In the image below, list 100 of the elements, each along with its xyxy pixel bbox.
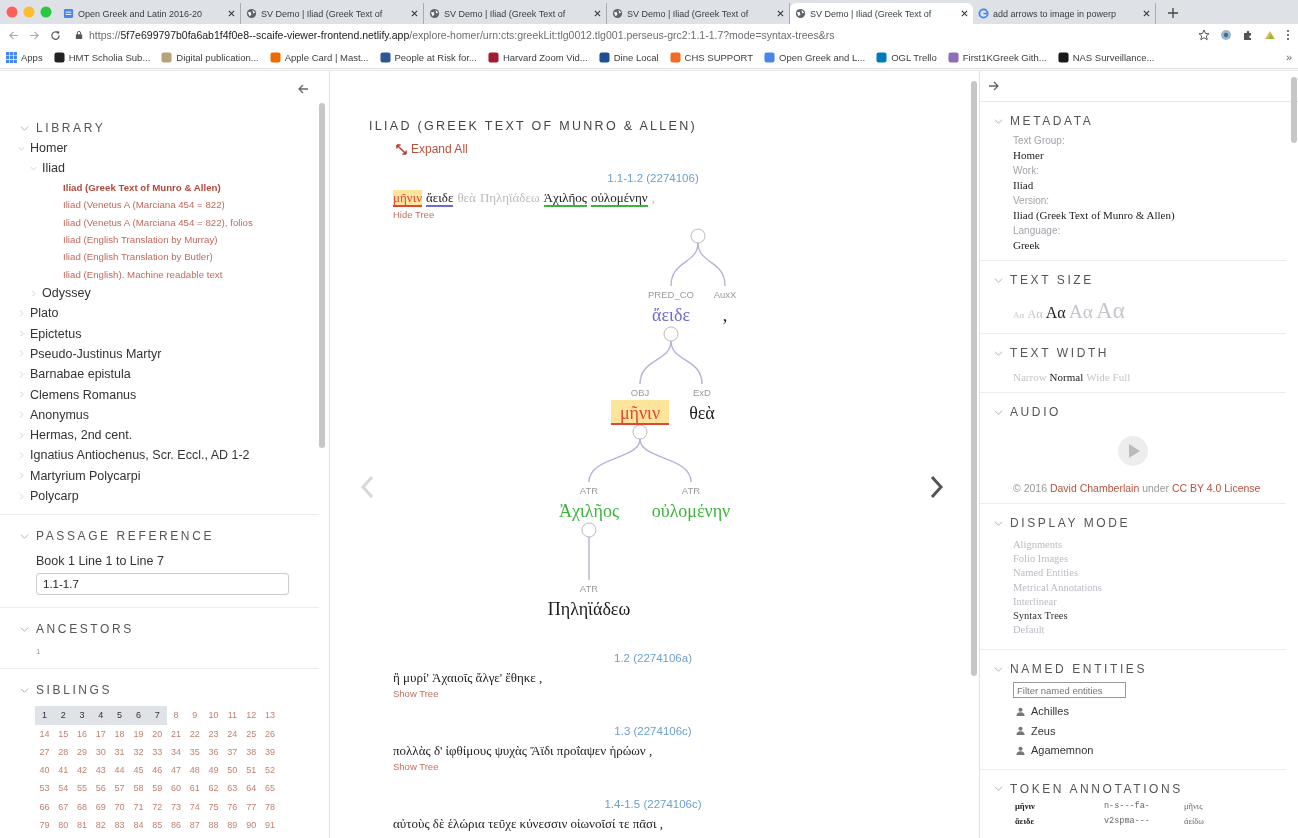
tree-toggle-link[interactable]: Hide Tree xyxy=(393,209,435,220)
sibling-link[interactable]: 29 xyxy=(72,742,92,762)
tree-word[interactable]: μῆνιν xyxy=(619,403,661,423)
tree-word[interactable]: ἄειδε xyxy=(652,305,690,325)
scrollbar-thumb[interactable] xyxy=(971,81,977,676)
greek-word[interactable]: Πηληϊάδεω xyxy=(479,190,540,207)
sibling-link[interactable]: 28 xyxy=(53,742,73,762)
sibling-link[interactable]: 43 xyxy=(91,761,111,780)
sibling-link[interactable]: 66 xyxy=(35,797,54,816)
sibling-link[interactable]: 62 xyxy=(204,779,223,798)
sibling-link[interactable]: 15 xyxy=(53,724,73,743)
sibling-link[interactable]: 69 xyxy=(91,797,111,816)
tree-toggle-link[interactable]: Show Tree xyxy=(393,761,439,772)
sibling-link[interactable]: 60 xyxy=(166,779,186,798)
sibling-link[interactable]: 75 xyxy=(204,797,223,816)
sibling-link[interactable]: 11 xyxy=(222,706,242,725)
greek-word[interactable]: μῆνιν xyxy=(393,190,423,207)
section-title[interactable]: DISPLAY MODE xyxy=(1010,516,1131,530)
display-mode-option[interactable]: Alignments xyxy=(1013,539,1062,550)
sibling-link[interactable]: 59 xyxy=(147,779,167,798)
entity-link[interactable]: Achilles xyxy=(1031,705,1069,718)
close-icon[interactable] xyxy=(594,10,601,17)
text-width-option[interactable]: Normal xyxy=(1049,371,1084,383)
bookmark[interactable]: Apple Card | Mast... xyxy=(269,51,369,63)
credit-link[interactable]: David Chamberlain xyxy=(1049,482,1140,494)
chevron-icon[interactable] xyxy=(994,407,1003,417)
sibling-link[interactable]: 86 xyxy=(166,816,186,835)
bookmark[interactable]: People at Risk for... xyxy=(379,51,477,63)
chevron-icon[interactable] xyxy=(18,309,25,317)
sibling-link[interactable]: 49 xyxy=(204,761,223,780)
sibling-link[interactable]: 6 xyxy=(129,706,148,725)
chevron-icon[interactable] xyxy=(20,624,29,634)
sibling-link[interactable]: 26 xyxy=(260,724,280,743)
entity-link[interactable]: Agamemnon xyxy=(1031,744,1094,757)
browser-tab[interactable]: Open Greek and Latin 2016-20 xyxy=(58,3,241,24)
sibling-link[interactable]: 47 xyxy=(166,761,186,780)
sibling-link[interactable]: 22 xyxy=(185,724,205,743)
sibling-link[interactable]: 27 xyxy=(35,742,54,762)
sibling-link[interactable]: 80 xyxy=(53,816,73,835)
new-tab-icon[interactable] xyxy=(1168,8,1178,18)
sibling-link[interactable]: 53 xyxy=(35,779,54,798)
sibling-link[interactable]: 90 xyxy=(241,816,261,835)
version-link[interactable]: Iliad (Venetus A (Marciana 454 = 822) xyxy=(63,199,225,211)
passage-reference-field[interactable]: 1.1-1.7 xyxy=(36,573,289,596)
browser-tab[interactable]: SV Demo | Iliad (Greek Text of xyxy=(790,3,973,24)
close-icon[interactable] xyxy=(777,10,784,17)
chevron-icon[interactable] xyxy=(994,116,1003,126)
bookmark[interactable]: Digital publication... xyxy=(161,51,259,63)
sibling-link[interactable]: 39 xyxy=(260,742,280,762)
sibling-link[interactable]: 42 xyxy=(72,761,92,780)
library-item[interactable]: Polycarp xyxy=(30,489,79,504)
sibling-link[interactable]: 18 xyxy=(110,724,129,743)
sibling-link[interactable]: 64 xyxy=(241,779,261,798)
reload-icon[interactable] xyxy=(50,29,61,41)
sibling-link[interactable]: 38 xyxy=(241,742,261,762)
chevron-icon[interactable] xyxy=(18,492,25,500)
sibling-link[interactable]: 24 xyxy=(222,724,242,743)
sibling-link[interactable]: 50 xyxy=(222,761,242,780)
chevron-icon[interactable] xyxy=(994,518,1003,528)
sibling-link[interactable]: 40 xyxy=(35,761,54,780)
library-item[interactable]: Clemens Romanus xyxy=(30,387,137,402)
bookmark[interactable]: OGL Trello xyxy=(876,51,937,63)
chevron-icon[interactable] xyxy=(18,330,25,338)
chevron-icon[interactable] xyxy=(20,531,29,541)
text-size-option[interactable]: Aα xyxy=(1027,307,1043,322)
chevron-icon[interactable] xyxy=(30,164,37,172)
url-text[interactable]: https://5f7e699797b0fa6ab1f4f0e8--scaife-viewer-frontend.netlify.app/explore-homer/urn:cts:greekLit:tlg0012.tlg001.perseus-grc2:1.1-1.7?mode=syntax-trees&rs xyxy=(89,29,1188,41)
section-title[interactable]: LIBRARY xyxy=(36,121,106,135)
chevron-icon[interactable] xyxy=(18,472,25,480)
greek-word[interactable]: ἄειδε xyxy=(426,190,454,207)
browser-tab[interactable]: SV Demo | Iliad (Greek Text of xyxy=(424,3,607,24)
text-width-option[interactable]: Wide xyxy=(1086,371,1110,383)
sibling-link[interactable]: 21 xyxy=(166,724,186,743)
sibling-link[interactable]: 2 xyxy=(53,706,73,725)
sibling-link[interactable]: 81 xyxy=(72,816,92,835)
text-size-option[interactable]: Aα xyxy=(1045,304,1066,322)
passage-reference-link[interactable]: 1.2 (2274106a) xyxy=(614,652,692,664)
sibling-link[interactable]: 82 xyxy=(91,816,111,835)
version-link[interactable]: Iliad (Venetus A (Marciana 454 = 822), folios xyxy=(63,216,253,228)
sibling-link[interactable]: 89 xyxy=(222,816,242,835)
section-title[interactable]: ANCESTORS xyxy=(36,622,134,637)
entity-link[interactable]: Zeus xyxy=(1031,724,1056,737)
display-mode-option[interactable]: Folio Images xyxy=(1013,553,1069,565)
sibling-link[interactable]: 44 xyxy=(110,761,129,780)
sibling-link[interactable]: 91 xyxy=(260,816,280,835)
bookmark[interactable]: Harvard Zoom Vid... xyxy=(487,51,588,63)
chevron-icon[interactable] xyxy=(994,348,1003,358)
version-link[interactable]: Iliad (English Translation by Murray) xyxy=(63,233,218,245)
display-mode-option[interactable]: Syntax Trees xyxy=(1013,609,1068,621)
sibling-link[interactable]: 35 xyxy=(185,742,205,762)
browser-tab[interactable]: SV Demo | Iliad (Greek Text of xyxy=(241,3,424,24)
more-bookmarks-button[interactable]: » xyxy=(1285,51,1292,63)
chevron-icon[interactable] xyxy=(30,289,37,297)
sibling-link[interactable]: 70 xyxy=(110,797,129,816)
close-icon[interactable] xyxy=(961,10,968,17)
sibling-link[interactable]: 65 xyxy=(260,779,280,798)
tree-toggle-link[interactable]: Show Tree xyxy=(393,688,439,699)
chevron-icon[interactable] xyxy=(18,144,25,152)
sibling-link[interactable]: 56 xyxy=(91,779,111,798)
tree-word[interactable]: Ἀχιλῆος xyxy=(558,501,620,521)
